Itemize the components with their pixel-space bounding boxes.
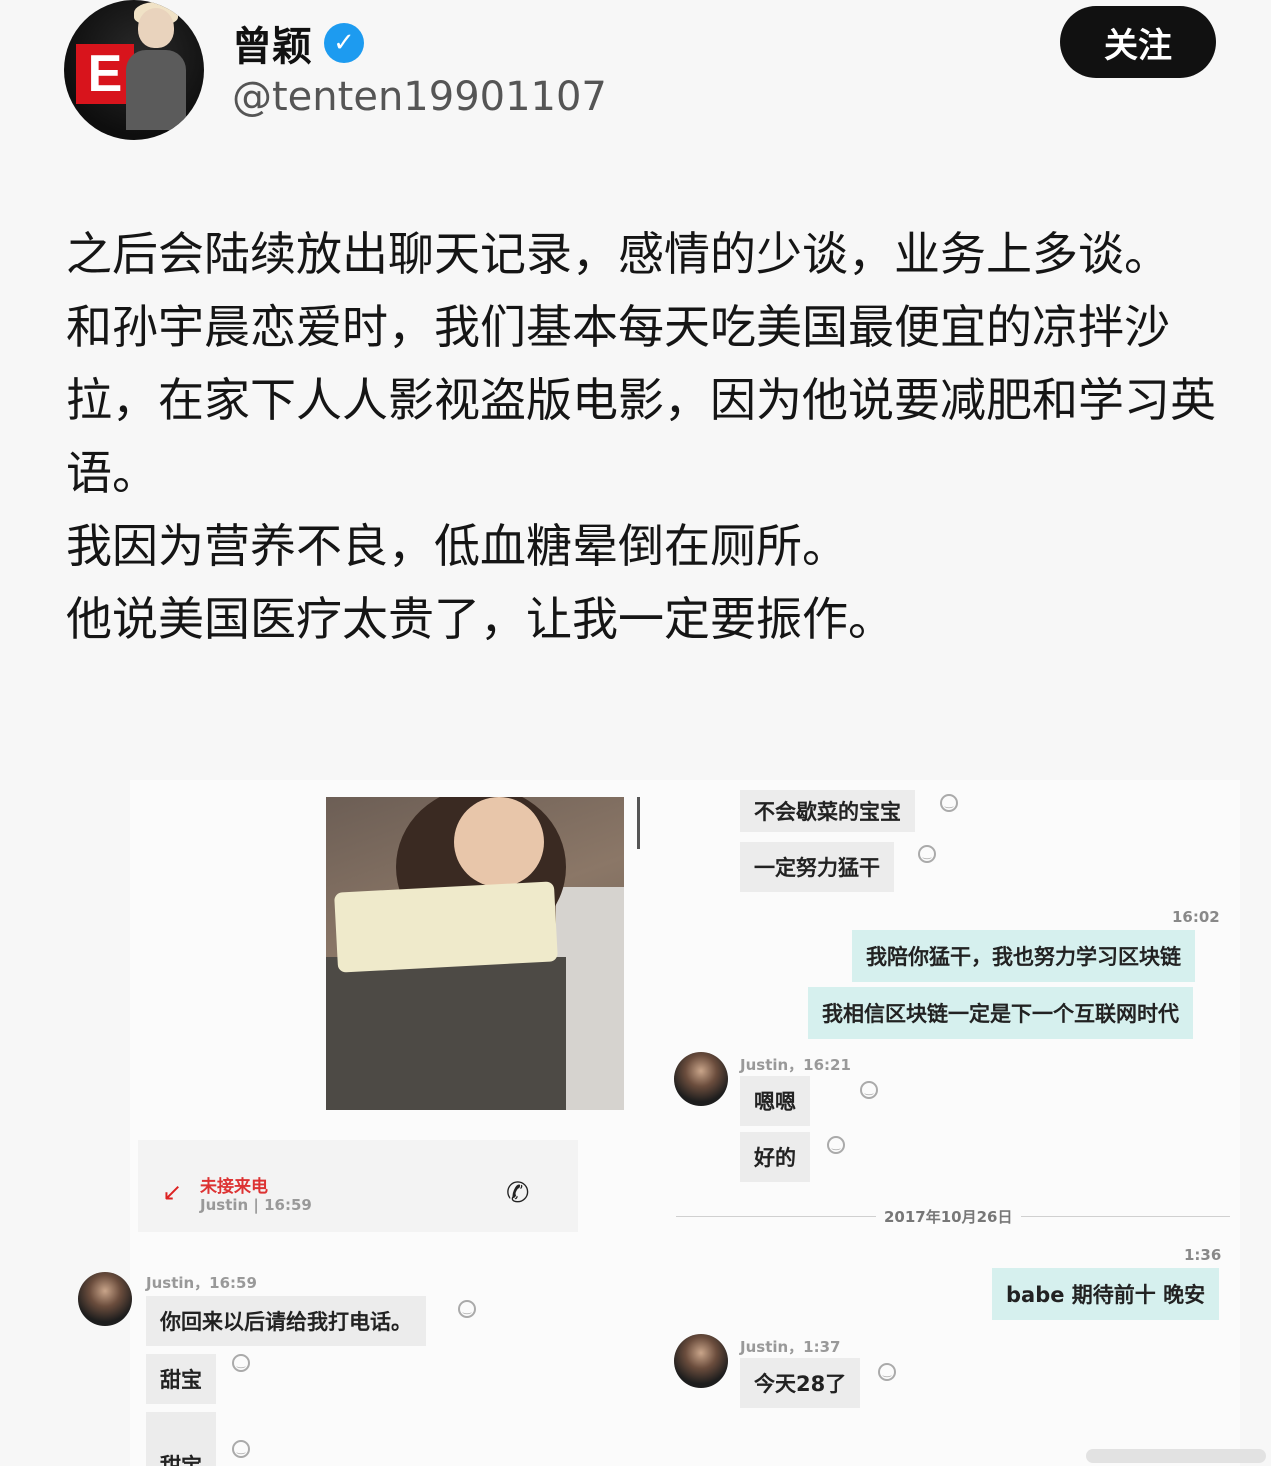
profile-avatar[interactable]: E: [64, 0, 204, 140]
chat-message-text: 甜宝: [160, 1454, 202, 1466]
home-indicator: [1086, 1449, 1266, 1463]
profile-handle[interactable]: @tenten19901107: [232, 74, 607, 120]
date-separator: 2017年10月26日: [876, 1206, 1021, 1227]
chat-message: 嗯嗯: [740, 1076, 810, 1126]
post-line: 我因为营养不良，低血糖晕倒在厕所。: [66, 519, 848, 573]
chat-message-sent: babe 期待前十 晚安: [992, 1268, 1220, 1320]
follow-button[interactable]: 关注: [1060, 6, 1216, 78]
profile-name-row: 曾颖 ✓: [232, 14, 364, 72]
chat-message: 你回来以后请给我打电话。: [146, 1296, 426, 1346]
chat-message: 一定努力猛干: [740, 842, 894, 892]
post-text: 之后会陆续放出聊天记录，感情的少谈，业务上多谈。 和孙宇晨恋爱时，我们基本每天吃…: [66, 218, 1241, 656]
chat-message-sent: 我相信区块链一定是下一个互联网时代: [808, 987, 1193, 1039]
smiley-icon: ‿: [827, 1136, 845, 1154]
chat-message: 不会歇菜的宝宝: [740, 790, 915, 832]
chat-message: 甜宝: [146, 1354, 216, 1404]
message-time: 1:36: [1184, 1246, 1222, 1264]
smiley-icon: ‿: [878, 1363, 896, 1381]
chat-message: 好的: [740, 1132, 810, 1182]
phone-icon[interactable]: ✆: [506, 1176, 529, 1209]
profile-name[interactable]: 曾颖: [232, 14, 312, 72]
smiley-icon: ‿: [918, 845, 936, 863]
chat-message: 今天28了: [740, 1358, 861, 1408]
post-line: 和孙宇晨恋爱时，我们基本每天吃美国最便宜的凉拌沙拉，在家下人人影视盗版电影，因为…: [66, 300, 1216, 500]
missed-call-icon: ↙: [162, 1178, 183, 1206]
justin-avatar[interactable]: [78, 1272, 132, 1326]
verified-badge-icon: ✓: [324, 23, 364, 63]
chat-photo[interactable]: [326, 797, 624, 1110]
message-meta: Justin，16:21: [740, 1056, 851, 1074]
chat-message-sent: 我陪你猛干，我也努力学习区块链: [852, 930, 1195, 982]
missed-call-title: 未接来电: [200, 1177, 268, 1197]
message-time: 16:02: [1172, 908, 1220, 926]
message-meta: Justin，16:59: [146, 1274, 257, 1292]
justin-avatar[interactable]: [674, 1052, 728, 1106]
scrollbar: [637, 797, 640, 849]
smiley-icon: ‿: [940, 794, 958, 812]
smiley-icon: ‿: [458, 1300, 476, 1318]
justin-avatar[interactable]: [674, 1334, 728, 1388]
missed-call-sub: Justin | 16:59: [200, 1196, 312, 1214]
smiley-icon: ‿: [860, 1081, 878, 1099]
post-line: 之后会陆续放出聊天记录，感情的少谈，业务上多谈。: [66, 227, 1170, 281]
message-meta: Justin，1:37: [740, 1338, 841, 1356]
smiley-icon: ‿: [232, 1354, 250, 1372]
post-line: 他说美国医疗太贵了，让我一定要振作。: [66, 592, 894, 646]
chat-message: 甜宝: [146, 1412, 216, 1466]
smiley-icon: ‿: [232, 1440, 250, 1458]
